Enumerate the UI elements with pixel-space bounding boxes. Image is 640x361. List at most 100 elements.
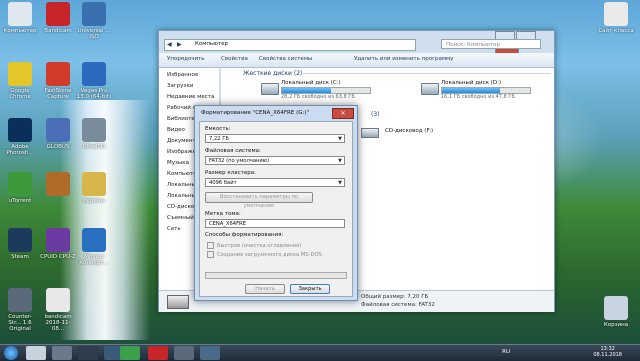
desktop-icon[interactable]: Adobe Photosh... [2, 118, 38, 156]
desktop-app-icon [46, 288, 70, 312]
format-dialog[interactable]: Форматирование "CENA_X64FRE (G:)" ✕ Емко… [194, 105, 358, 301]
taskbar: RU 13:32 08.11.2018 [0, 344, 640, 361]
desktop-icon[interactable]: Vegas Pro 13.0 (64-bit) [76, 62, 112, 100]
desktop-app-icon [82, 172, 106, 196]
dialog-body: Емкость: 7,22 ГБ ▼ Файловая система: FAT… [199, 121, 353, 297]
filesystem-label: Файловая система: [205, 148, 261, 154]
restore-defaults-button[interactable]: Восстановить параметры по умолчанию [205, 192, 313, 209]
bandicam-taskbar-icon[interactable] [148, 346, 168, 360]
filesystem-select[interactable]: FAT32 (по умолчанию) ▼ [205, 156, 345, 165]
desktop-app-icon [8, 2, 32, 26]
msdos-boot-checkbox[interactable]: Создание загрузочного диска MS-DOS [207, 251, 322, 258]
taskbar-app-icon[interactable] [26, 346, 46, 360]
cd-drive[interactable]: CD-дисковод (F:) [361, 126, 471, 140]
drive-d[interactable]: Локальный диск (D:) 16,1 ГБ свободно из … [421, 80, 531, 102]
organize-button[interactable]: Упорядочить [167, 56, 205, 62]
desktop-icon-label: Counter-Str... 1.6 Original [8, 314, 32, 332]
properties-button[interactable]: Свойства [221, 56, 248, 62]
close-dialog-button[interactable]: Закрыть [290, 284, 330, 294]
status-total-size: Общий размер: 7,20 ГБ [361, 294, 429, 300]
cluster-value: 4096 байт [209, 180, 237, 186]
start-button[interactable]: Начать [245, 284, 285, 294]
taskbar-app-icon[interactable] [52, 346, 72, 360]
capacity-label: Емкость: [205, 126, 231, 132]
address-bar[interactable]: ◀ ▶ Компьютер [164, 39, 416, 51]
cd-drive-icon [361, 128, 379, 138]
status-filesystem: Файловая система: FAT32 [361, 302, 435, 308]
address-text: Компьютер [195, 41, 228, 47]
explorer-taskbar-icon[interactable] [200, 346, 220, 360]
desktop-app-icon [82, 228, 106, 252]
nav-item[interactable]: Загрузки [167, 83, 193, 89]
drive-usage-bar [441, 87, 531, 94]
cluster-select[interactable]: 4096 байт ▼ [205, 178, 345, 187]
desktop-icon[interactable]: Movavi Конверт... [76, 228, 112, 266]
desktop-icon[interactable]: Корзина [598, 296, 634, 328]
dialog-close-button[interactable]: ✕ [332, 108, 354, 119]
desktop-icon-label: Компьютер [3, 28, 37, 34]
dialog-title: Форматирование "CENA_X64FRE (G:)" [201, 110, 310, 116]
msdos-boot-label: Создание загрузочного диска MS-DOS [217, 252, 322, 258]
capacity-select[interactable]: 7,22 ГБ ▼ [205, 134, 345, 143]
nav-item[interactable]: Сеть [167, 226, 181, 232]
desktop-icon-label: Movavi Конверт... [79, 254, 109, 266]
language-indicator[interactable]: RU [502, 349, 510, 355]
desktop-app-icon [604, 2, 628, 26]
nav-item[interactable]: Недавние места [167, 94, 214, 100]
desktop-icon[interactable]: Google Chrome [2, 62, 38, 100]
section-hard-disks: Жесткие диски (2) [243, 70, 303, 77]
drive-name: Локальный диск (C:) [281, 80, 341, 86]
desktop-icon-label: GLOBUS [46, 144, 70, 150]
format-progress-bar [205, 272, 347, 279]
drive-free: 16,1 ГБ свободно из 47,8 ГБ [441, 94, 515, 100]
start-button[interactable] [4, 346, 18, 360]
desktop-icon[interactable]: bandicam 2018-11-08... [40, 288, 76, 332]
desktop-icon[interactable]: CPUID CPU-Z [40, 228, 76, 260]
capacity-value: 7,22 ГБ [209, 136, 229, 142]
volume-label-input[interactable]: CENA_X64FRE [205, 219, 345, 228]
drive-name: Локальный диск (D:) [441, 80, 502, 86]
desktop-app-icon [8, 118, 32, 142]
desktop-icon[interactable]: Bandicam [40, 2, 76, 34]
cluster-label: Размер кластера: [205, 170, 256, 176]
desktop-app-icon [46, 172, 70, 196]
desktop-icon[interactable]: FastStone Capture [40, 62, 76, 100]
nav-item[interactable]: Видео [167, 127, 185, 133]
back-arrow-icon[interactable]: ◀ [167, 41, 172, 48]
desktop-icon-label: FastStone Capture [44, 88, 72, 100]
chevron-down-icon: ▼ [338, 180, 342, 186]
uninstall-button[interactable]: Удалить или изменить программу [354, 56, 453, 62]
clock[interactable]: 13:32 08.11.2018 [593, 346, 622, 358]
desktop-icon[interactable]: скрины [76, 172, 112, 204]
taskbar-app-icon[interactable] [78, 346, 98, 360]
desktop-icon[interactable]: Компьютер [2, 2, 38, 34]
desktop-icon[interactable] [40, 172, 76, 198]
desktop-icon-label: Корзина [603, 322, 629, 328]
chevron-down-icon: ▼ [338, 158, 342, 164]
section-divider [301, 73, 551, 74]
desktop-icon-label: Bandicam [44, 28, 72, 34]
desktop-icon[interactable]: Steam [2, 228, 38, 260]
desktop-icon[interactable]: Сайт класса [598, 2, 634, 34]
desktop-app-icon [46, 228, 70, 252]
taskbar-app-icon[interactable] [174, 346, 194, 360]
desktop-icon[interactable]: Counter-Str... 1.6 Original [2, 288, 38, 332]
system-properties-button[interactable]: Свойства системы [259, 56, 312, 62]
desktop-icon[interactable]: Universal ... ISO [76, 2, 112, 40]
hdd-icon [261, 83, 279, 95]
quick-format-checkbox[interactable]: Быстрое (очистка оглавления) [207, 242, 301, 249]
search-input[interactable]: Поиск: Компьютер [441, 39, 541, 49]
desktop-app-icon [8, 228, 32, 252]
desktop-icon[interactable]: UltraISO [76, 118, 112, 150]
desktop-app-icon [82, 118, 106, 142]
forward-arrow-icon[interactable]: ▶ [177, 41, 182, 48]
desktop-icon[interactable]: uTorrent [2, 172, 38, 204]
chrome-taskbar-icon[interactable] [120, 346, 140, 360]
desktop-app-icon [8, 62, 32, 86]
desktop-icon[interactable]: GLOBUS [40, 118, 76, 150]
drive-c[interactable]: Локальный диск (C:) 28,2 ГБ свободно из … [261, 80, 371, 102]
desktop-app-icon [82, 62, 106, 86]
nav-item[interactable]: Избранное [167, 72, 198, 78]
nav-item[interactable]: Музыка [167, 160, 189, 166]
desktop-icon-label: Steam [11, 254, 29, 260]
